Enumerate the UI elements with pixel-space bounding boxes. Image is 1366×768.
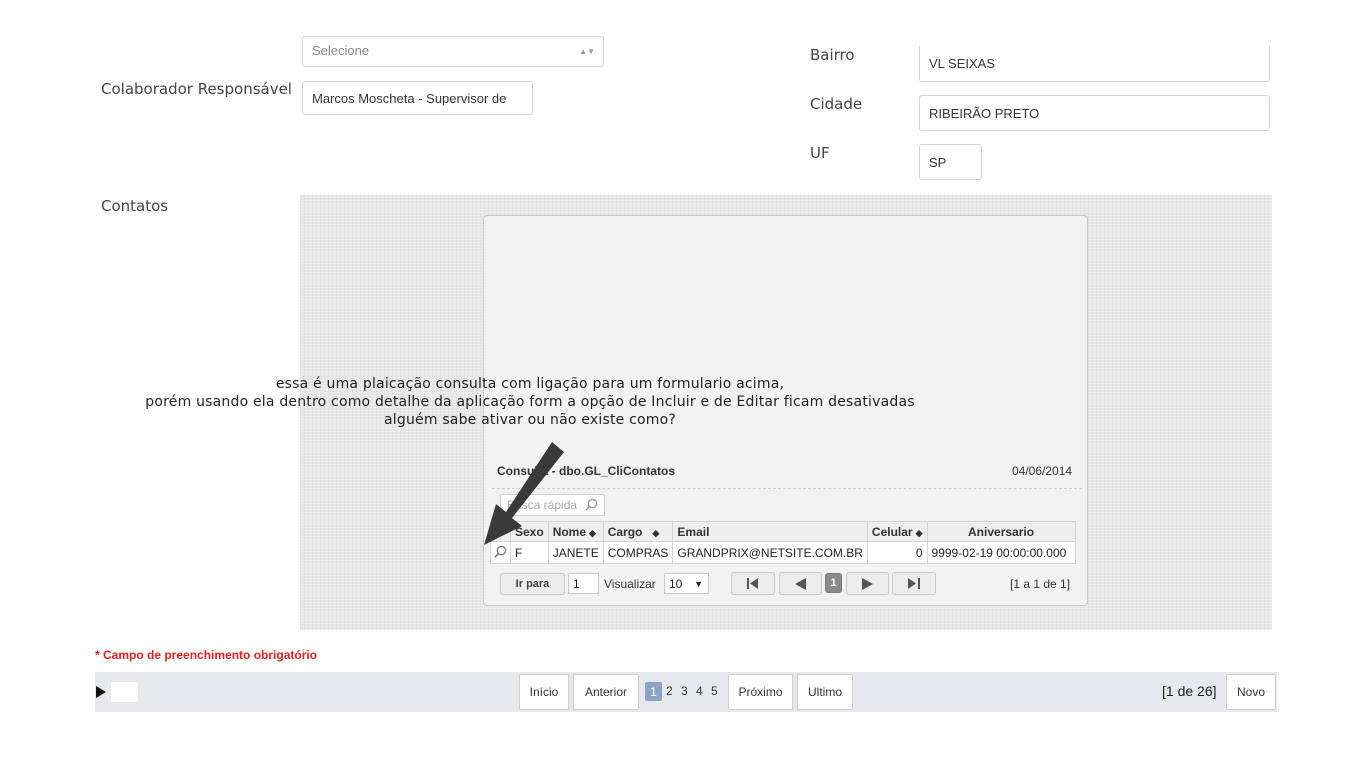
contatos-label: Contatos: [101, 197, 169, 215]
table-row: F JANETE COMPRAS GRANDPRIX@NETSITE.COM.B…: [490, 541, 1076, 564]
sort-icon: ◆: [652, 527, 660, 538]
ultimo-button[interactable]: Ultimo: [797, 674, 853, 710]
chevron-down-icon: ▼: [694, 578, 703, 589]
uf-field[interactable]: SP: [919, 144, 982, 180]
col-header-email[interactable]: Email: [672, 521, 868, 542]
record-counter-box[interactable]: [111, 682, 138, 702]
novo-button[interactable]: Novo: [1226, 674, 1276, 710]
bairro-field[interactable]: VL SEIXAS: [919, 46, 1270, 82]
col-header-cargo[interactable]: Cargo ◆: [602, 521, 674, 542]
cidade-label: Cidade: [810, 95, 863, 113]
page-link-1[interactable]: 1: [645, 682, 662, 701]
cell-celular: 0: [866, 541, 928, 564]
previous-icon: [795, 577, 806, 590]
next-page-button[interactable]: [846, 572, 889, 595]
first-page-button[interactable]: [731, 572, 775, 595]
previous-page-button[interactable]: [779, 572, 822, 595]
page-link-3[interactable]: 3: [681, 684, 688, 698]
forum-annotation: essa é uma plaicação consulta com ligaçã…: [110, 375, 950, 429]
required-field-note: * Campo de preenchimento obrigatório: [95, 648, 318, 662]
sort-icon: ◆: [915, 527, 923, 538]
cell-cargo: COMPRAS: [602, 541, 674, 564]
current-page-indicator: 1: [825, 573, 842, 593]
search-icon[interactable]: [585, 498, 598, 511]
inicio-button[interactable]: Início: [519, 674, 569, 710]
page-link-4[interactable]: 4: [696, 684, 703, 698]
annotation-line-2: porém usando ela dentro como detalhe da …: [145, 394, 915, 410]
grid-date: 04/06/2014: [1012, 464, 1073, 478]
visualizar-select[interactable]: 10 ▼: [664, 573, 709, 594]
chevron-down-icon: ▲▼: [579, 47, 595, 56]
record-summary: [1 de 26]: [1162, 683, 1217, 699]
last-page-icon: [908, 578, 920, 589]
top-select[interactable]: Selecione ▲▼: [302, 36, 604, 67]
contacts-grid: Sexo Nome ◆ Cargo ◆ Email Celular ◆ Anivers…: [490, 521, 1076, 564]
grid-header-row: Sexo Nome ◆ Cargo ◆ Email Celular ◆ Anivers…: [490, 521, 1076, 542]
first-page-icon: [747, 578, 758, 589]
ir-para-input[interactable]: 1: [568, 573, 599, 594]
sort-icon: ◆: [589, 527, 596, 538]
colaborador-field[interactable]: Marcos Moscheta - Supervisor de: [302, 81, 533, 115]
cidade-field[interactable]: RIBEIRÃO PRETO: [919, 95, 1270, 131]
annotation-arrow-icon: [484, 442, 564, 545]
visualizar-label: Visualizar: [604, 577, 656, 591]
col-header-celular[interactable]: Celular ◆: [866, 521, 928, 542]
proximo-button[interactable]: Próximo: [728, 674, 793, 710]
uf-value: SP: [929, 154, 947, 170]
colaborador-label: Colaborador Responsável: [101, 80, 292, 98]
colaborador-value: Marcos Moscheta - Supervisor de: [312, 90, 507, 106]
col-header-aniversario[interactable]: Aniversario: [926, 521, 1076, 542]
grid-records-summary: [1 a 1 de 1]: [1010, 577, 1071, 591]
annotation-line-3: alguém sabe ativar ou não existe como?: [383, 412, 677, 428]
anterior-button[interactable]: Anterior: [573, 674, 639, 710]
top-select-value: Selecione: [312, 43, 370, 58]
play-icon[interactable]: [96, 686, 106, 698]
annotation-line-1: essa é uma plaicação consulta com ligaçã…: [275, 376, 785, 392]
page-link-5[interactable]: 5: [711, 684, 718, 698]
last-page-button[interactable]: [892, 572, 936, 595]
next-icon: [862, 577, 873, 590]
bairro-value: VL SEIXAS: [929, 56, 995, 71]
uf-label: UF: [810, 144, 830, 162]
grid-title-divider: [492, 488, 1082, 489]
ir-para-button[interactable]: Ir para: [500, 573, 565, 595]
cidade-value: RIBEIRÃO PRETO: [929, 105, 1040, 121]
bairro-label: Bairro: [810, 46, 855, 64]
page-link-2[interactable]: 2: [666, 684, 673, 698]
cell-email: GRANDPRIX@NETSITE.COM.BR: [672, 541, 868, 564]
cell-aniversario: 9999-02-19 00:00:00.000: [926, 541, 1076, 564]
